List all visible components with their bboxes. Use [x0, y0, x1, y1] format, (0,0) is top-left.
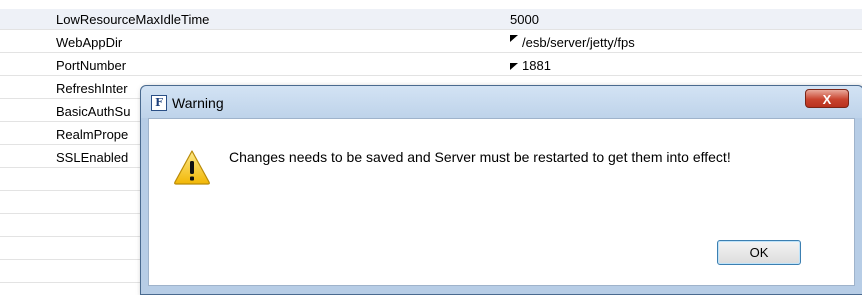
flag-marker-icon: [510, 63, 518, 70]
property-value[interactable]: /esb/server/jetty/fps: [522, 35, 635, 50]
dialog-message: Changes needs to be saved and Server mus…: [229, 149, 731, 165]
dialog-titlebar[interactable]: F Warning X: [141, 86, 862, 118]
property-value[interactable]: 5000: [510, 12, 539, 27]
property-name: WebAppDir: [56, 35, 123, 50]
property-name: BasicAuthSu: [56, 104, 131, 119]
property-name: RefreshInter: [56, 81, 128, 96]
property-name: RealmPrope: [56, 127, 129, 142]
table-row[interactable]: PortNumber 1881: [0, 55, 862, 76]
ok-button[interactable]: OK: [717, 240, 801, 265]
table-row[interactable]: WebAppDir /esb/server/jetty/fps: [0, 32, 862, 53]
table-row[interactable]: LowResourceMaxIdleTime 5000: [0, 9, 862, 30]
app-icon: F: [151, 95, 167, 111]
dialog-body: Changes needs to be saved and Server mus…: [148, 118, 855, 286]
property-name: SSLEnabled: [56, 150, 129, 165]
warning-icon: [174, 150, 210, 185]
property-name: PortNumber: [56, 58, 127, 73]
warning-dialog: F Warning X Changes needs to be saved an…: [140, 85, 862, 295]
property-name: LowResourceMaxIdleTime: [56, 12, 210, 27]
property-value[interactable]: 1881: [522, 58, 551, 73]
close-button[interactable]: X: [805, 89, 849, 108]
flag-marker-icon: [510, 35, 518, 42]
dialog-title: Warning: [172, 95, 224, 111]
